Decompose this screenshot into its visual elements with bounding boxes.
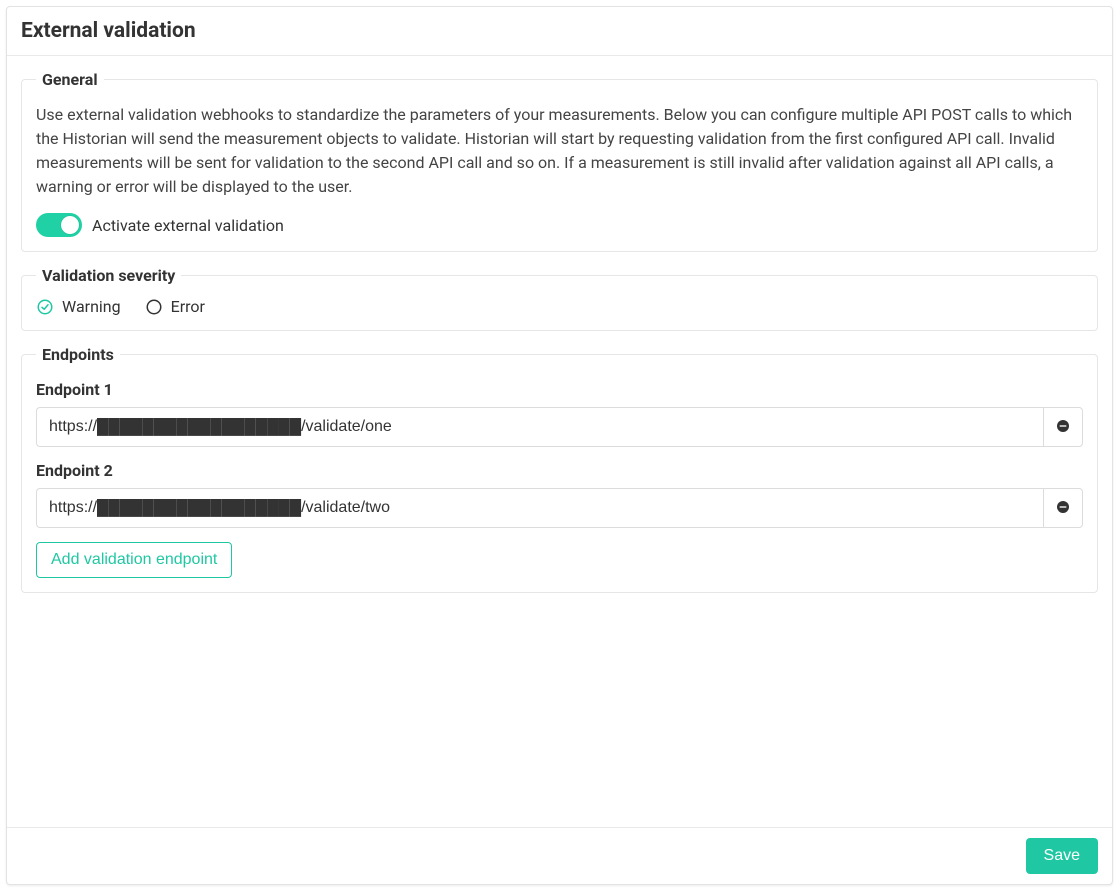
endpoint-1-row — [36, 407, 1083, 447]
radio-checked-icon — [36, 298, 54, 316]
severity-option-error[interactable]: Error — [145, 297, 205, 316]
minus-circle-icon — [1055, 418, 1071, 437]
severity-warning-label: Warning — [62, 297, 121, 316]
endpoint-1-input[interactable] — [36, 407, 1043, 447]
general-description: Use external validation webhooks to stan… — [36, 103, 1083, 199]
severity-radio-group: Warning Error — [36, 297, 1083, 316]
toggle-slider — [36, 213, 82, 237]
severity-error-label: Error — [171, 297, 205, 316]
endpoint-1-label: Endpoint 1 — [36, 380, 1083, 399]
endpoint-2-label: Endpoint 2 — [36, 461, 1083, 480]
activate-toggle[interactable] — [36, 213, 82, 237]
save-button[interactable]: Save — [1026, 838, 1098, 874]
severity-option-warning[interactable]: Warning — [36, 297, 121, 316]
section-severity: Validation severity Warning — [21, 266, 1098, 331]
endpoint-block-1: Endpoint 1 — [36, 380, 1083, 447]
add-endpoint-button[interactable]: Add validation endpoint — [36, 542, 232, 578]
page-title: External validation — [21, 19, 1098, 43]
section-general: General Use external validation webhooks… — [21, 70, 1098, 252]
panel-footer: Save — [7, 827, 1112, 884]
section-general-legend: General — [36, 70, 104, 89]
radio-unchecked-icon — [145, 298, 163, 316]
panel-header: External validation — [7, 7, 1112, 56]
external-validation-panel: External validation General Use external… — [6, 6, 1113, 885]
activate-toggle-label: Activate external validation — [92, 216, 284, 235]
endpoint-block-2: Endpoint 2 — [36, 461, 1083, 528]
section-severity-legend: Validation severity — [36, 266, 181, 285]
endpoint-1-remove-button[interactable] — [1043, 407, 1083, 447]
section-endpoints-legend: Endpoints — [36, 345, 120, 364]
endpoint-2-remove-button[interactable] — [1043, 488, 1083, 528]
panel-body: General Use external validation webhooks… — [7, 56, 1112, 827]
endpoint-2-row — [36, 488, 1083, 528]
activate-toggle-row: Activate external validation — [36, 213, 1083, 237]
endpoint-2-input[interactable] — [36, 488, 1043, 528]
minus-circle-icon — [1055, 499, 1071, 518]
section-endpoints: Endpoints Endpoint 1 — [21, 345, 1098, 593]
